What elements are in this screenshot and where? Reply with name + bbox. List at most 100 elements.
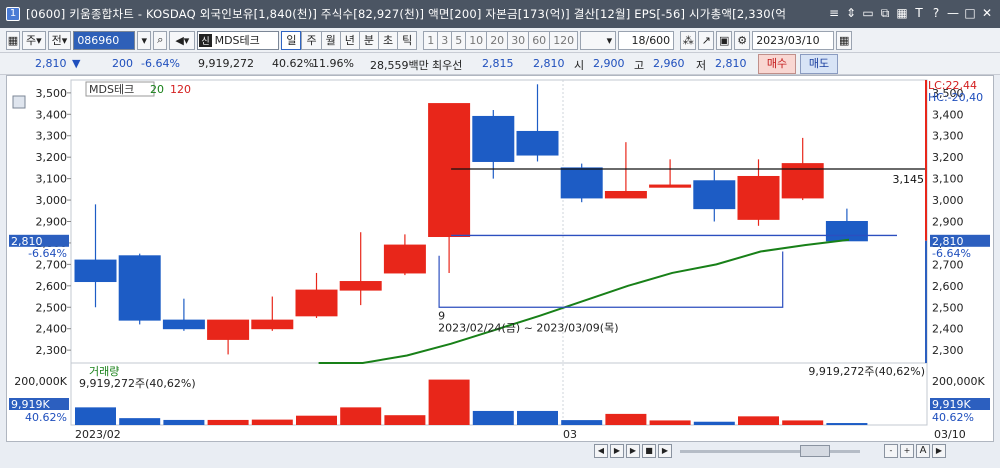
volume-bar xyxy=(119,418,161,425)
interval-button[interactable]: 10 xyxy=(465,30,487,50)
interval-button[interactable]: 30 xyxy=(507,30,529,50)
interval-button[interactable]: 120 xyxy=(549,30,579,50)
calendar-icon[interactable]: ▦ xyxy=(836,30,853,50)
best-ask: 2,815 xyxy=(482,57,514,70)
auto-scale-button[interactable]: A xyxy=(916,444,930,458)
maximize-button[interactable]: □ xyxy=(963,4,977,22)
price-tick-left: 3,100 xyxy=(36,173,68,186)
copy-window-icon[interactable]: ⧉ xyxy=(878,4,892,22)
interval-button[interactable]: 60 xyxy=(528,30,550,50)
interval-button[interactable]: 20 xyxy=(486,30,508,50)
grid-icon[interactable]: ▦ xyxy=(6,30,20,50)
price-pct-right: -6.64% xyxy=(932,247,971,260)
menu-icon[interactable]: ≡ xyxy=(827,4,841,22)
date-input[interactable]: 2023/03/10 xyxy=(752,30,835,50)
period-week-tab[interactable]: 주 xyxy=(301,30,321,50)
price-tick-right: 2,300 xyxy=(932,344,964,357)
minimize-button[interactable]: — xyxy=(946,4,960,22)
volume-bar xyxy=(605,413,647,425)
interval-button[interactable]: 5 xyxy=(451,30,466,50)
market-type-select[interactable]: 전 ▾ xyxy=(47,30,72,50)
price-tick-right: 3,000 xyxy=(932,194,964,207)
code-dropdown-icon[interactable]: ▾ xyxy=(137,30,152,50)
candle-body xyxy=(825,221,868,242)
settings-gear-icon[interactable]: ⚙ xyxy=(734,30,751,50)
chart-settings-icon[interactable] xyxy=(12,95,26,109)
price-tick-left: 2,400 xyxy=(36,323,68,336)
price-tick-left: 2,500 xyxy=(36,301,68,314)
volume-bar xyxy=(75,407,116,425)
legend-ma120: 120 xyxy=(170,83,191,96)
candle-body xyxy=(74,259,117,283)
close-button[interactable]: ✕ xyxy=(980,4,994,22)
trade-amount: 28,559백만 xyxy=(370,59,429,72)
price-tick-right: 2,500 xyxy=(932,301,964,314)
bottom-nav: ◀ ▶ ▶ ■ ▶ - + A ▶ xyxy=(0,442,1000,468)
date-label-feb: 2023/02 xyxy=(75,428,121,441)
period-day-tab[interactable]: 일 xyxy=(281,30,302,50)
interval-button[interactable]: 1 xyxy=(423,30,438,50)
scroll-right-button[interactable]: ▶ xyxy=(610,444,624,458)
chart-toolbar: ▦ 주 ▾ 전 ▾ 086960 ▾ ⌕ ◀▾ 신 MDS테크 일 주 월 년 분 … xyxy=(0,28,1000,53)
data-count-field[interactable]: 18/600 xyxy=(618,30,675,50)
volume-info-left: 9,919,272주(40,62%) xyxy=(79,377,196,390)
stop-button[interactable]: ■ xyxy=(642,444,656,458)
play-button[interactable]: ▶ xyxy=(626,444,640,458)
period-tick-tab[interactable]: 틱 xyxy=(397,30,418,50)
zoom-slider-track[interactable] xyxy=(680,450,860,453)
text-icon[interactable]: T xyxy=(912,4,926,22)
restore-panel-icon[interactable]: ▭ xyxy=(861,4,875,22)
compare-icon[interactable]: ↗ xyxy=(698,30,715,50)
stock-name-field[interactable]: 신 MDS테크 xyxy=(197,30,280,50)
buy-button[interactable]: 매수 xyxy=(758,54,796,74)
help-icon[interactable]: ? xyxy=(929,4,943,22)
price-tick-right: 2,700 xyxy=(932,258,964,271)
volume-bar xyxy=(649,420,691,425)
volume-axis-right: 200,000K xyxy=(932,375,985,388)
price-pct-left: -6.64% xyxy=(28,247,67,260)
current-price: 2,810 xyxy=(35,57,67,70)
interval-custom-select[interactable]: ▾ xyxy=(580,30,617,50)
period-year-tab[interactable]: 년 xyxy=(339,30,359,50)
zoom-slider-thumb[interactable] xyxy=(800,445,830,457)
candle-body xyxy=(428,103,471,238)
save-icon[interactable]: ▣ xyxy=(716,30,733,50)
volume-bar xyxy=(826,423,868,425)
stock-code-input[interactable]: 086960 xyxy=(73,30,136,50)
candle-body xyxy=(383,244,426,274)
down-arrow-icon: ▼ xyxy=(72,57,81,70)
step-button[interactable]: ▶ xyxy=(658,444,672,458)
chart-area[interactable]: 3,500 3,500 3,400 3,400 3,300 3,300 3,200 3,200… xyxy=(6,75,994,442)
volume-bar xyxy=(517,410,558,425)
high-label: 고 xyxy=(634,59,645,72)
zoom-in-button[interactable]: + xyxy=(900,444,914,458)
date-label-mar: 03 xyxy=(563,428,577,441)
period-second-tab[interactable]: 초 xyxy=(377,30,398,50)
market-select[interactable]: 주 ▾ xyxy=(22,30,46,50)
candle-body xyxy=(118,255,161,321)
period-month-tab[interactable]: 월 xyxy=(320,30,340,50)
candle-body xyxy=(516,130,559,156)
candle-body xyxy=(560,167,603,199)
price-tick-left: 2,300 xyxy=(36,344,68,357)
speaker-icon[interactable]: ◀▾ xyxy=(169,30,196,50)
next-button[interactable]: ▶ xyxy=(932,444,946,458)
search-icon[interactable]: ⌕ xyxy=(153,30,168,50)
open-label: 시 xyxy=(574,59,585,72)
volume-bar xyxy=(384,415,426,425)
interval-button[interactable]: 3 xyxy=(437,30,452,50)
split-icon[interactable]: ⇕ xyxy=(844,4,858,22)
indicator-icon[interactable]: ⁂ xyxy=(680,30,697,50)
zoom-out-button[interactable]: - xyxy=(884,444,898,458)
layout-icon[interactable]: ▦ xyxy=(895,4,909,22)
period-minute-tab[interactable]: 분 xyxy=(358,30,378,50)
candlestick-chart[interactable]: 3,500 3,5003,400 3,4003,300 3,3003,200 3,200… xyxy=(7,76,995,443)
scroll-left-button[interactable]: ◀ xyxy=(594,444,608,458)
volume-bar xyxy=(428,379,470,425)
stock-name: MDS테크 xyxy=(214,34,260,47)
period-tabs: 일 주 월 년 분 초 틱 xyxy=(281,30,418,50)
new-badge: 신 xyxy=(199,33,212,47)
resistance-label: 3,145 xyxy=(893,173,925,186)
volume-bar xyxy=(738,416,779,425)
sell-button[interactable]: 매도 xyxy=(800,54,838,74)
